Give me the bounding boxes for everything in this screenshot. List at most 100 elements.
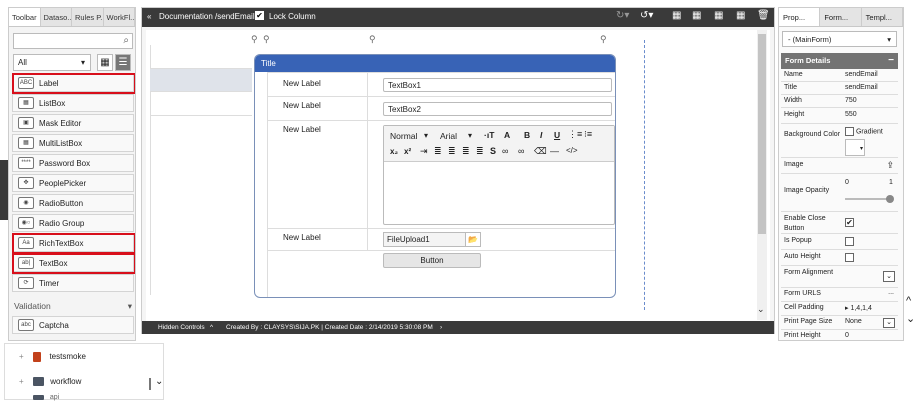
form-label[interactable]: New Label xyxy=(283,125,321,134)
chevron-up-icon[interactable]: ^ xyxy=(906,295,911,307)
tab-workflow[interactable]: WorkFl... xyxy=(104,8,135,26)
form-button[interactable]: Button xyxy=(383,253,481,268)
column-handle-icon[interactable]: ⚲ xyxy=(251,34,258,45)
align-left-icon[interactable]: ≣ xyxy=(434,146,442,157)
bold-icon[interactable]: B xyxy=(524,130,530,140)
tab-templates[interactable]: Templ... xyxy=(862,8,903,26)
chevron-down-icon[interactable]: ⌄ xyxy=(757,304,765,315)
horizontal-rule-icon[interactable]: — xyxy=(550,146,559,156)
alignment-dropdown[interactable]: ⌄ xyxy=(883,271,895,282)
prop-background-color[interactable]: Background Color Gradient ▾ xyxy=(781,124,898,158)
toolbox-search-input[interactable]: ⌕ xyxy=(13,33,133,49)
more-options-icon[interactable]: ... xyxy=(888,289,894,296)
hidden-controls-toggle[interactable]: Hidden Controls xyxy=(158,321,205,334)
list-view-button[interactable]: ☰ xyxy=(115,54,131,71)
subscript-icon[interactable]: x₂ xyxy=(390,147,398,156)
underline-icon[interactable]: U xyxy=(554,130,560,140)
toolbox-item-multilistbox[interactable]: ▦ MultiListBox xyxy=(12,134,134,152)
tree-item-workflow[interactable]: + workflow xyxy=(19,377,81,387)
tree-scrollbar[interactable] xyxy=(149,378,151,390)
textbox2[interactable]: TextBox2 xyxy=(383,102,612,116)
grid-view-button[interactable]: ▦ xyxy=(97,54,113,71)
toolbox-item-timer[interactable]: ⟳ Timer xyxy=(12,274,134,292)
form-label[interactable]: New Label xyxy=(283,79,321,88)
prop-image[interactable]: Image ⇪ xyxy=(781,158,898,174)
file-upload-field[interactable]: FileUpload1 xyxy=(383,232,467,247)
opacity-slider-handle[interactable] xyxy=(886,195,894,203)
column-handle-icon[interactable]: ⚲ xyxy=(600,34,607,45)
prop-auto-height[interactable]: Auto Height xyxy=(781,250,898,266)
element-select[interactable]: - (MainForm) ▾ xyxy=(782,31,897,47)
prop-form-urls[interactable]: Form URLS... xyxy=(781,288,898,302)
toolbox-item-people-picker[interactable]: ✥ PeoplePicker xyxy=(12,174,134,192)
layout-grid-icon-2[interactable]: ▦ xyxy=(692,10,701,21)
layout-grid-icon-4[interactable]: ▦ xyxy=(736,10,745,21)
justify-icon[interactable]: ≣ xyxy=(476,146,484,157)
delete-icon[interactable]: 🗑 xyxy=(757,10,770,21)
prop-image-opacity[interactable]: Image Opacity 0 1 xyxy=(781,174,898,212)
prop-enable-close-button[interactable]: Enable Close Button ✔ xyxy=(781,212,898,234)
rte-font-select[interactable]: Arial xyxy=(440,131,457,141)
expand-icon[interactable]: + xyxy=(19,352,24,361)
prop-height[interactable]: Height 550 xyxy=(781,108,898,124)
scrollbar-thumb[interactable] xyxy=(758,34,766,234)
eraser-icon[interactable]: ⌫ xyxy=(534,146,547,157)
column-handle-icon[interactable]: ⚲ xyxy=(369,34,376,45)
prop-is-popup[interactable]: Is Popup xyxy=(781,234,898,250)
rte-font-chevron-icon[interactable]: ▾ xyxy=(468,131,472,140)
chevron-down-icon[interactable]: ⌄ xyxy=(155,376,163,387)
form-label[interactable]: New Label xyxy=(283,101,321,110)
toolbox-item-password-box[interactable]: **** Password Box xyxy=(12,154,134,172)
toolbox-item-radio-button[interactable]: ◉ RadioButton xyxy=(12,194,134,212)
text-size-icon[interactable]: ·ıT xyxy=(484,130,494,140)
layout-grid-icon-1[interactable]: ▦ xyxy=(672,10,681,21)
section-validation[interactable]: Validation ▾ xyxy=(12,298,135,314)
browse-folder-icon[interactable]: 📂 xyxy=(465,232,481,247)
toolbox-item-listbox[interactable]: ▦ ListBox xyxy=(12,94,134,112)
canvas-scrollbar[interactable]: ⌄ xyxy=(757,30,767,320)
tab-form[interactable]: Form... xyxy=(820,8,862,26)
font-color-icon[interactable]: A xyxy=(504,130,510,140)
expand-icon[interactable]: + xyxy=(19,377,24,386)
rich-text-editor[interactable]: Normal ▾ Arial ▾ ·ıT A B I U ⋮≡ ⁝≡ x₂ x²… xyxy=(383,125,615,225)
tree-item-testsmoke[interactable]: + testsmoke xyxy=(19,352,86,362)
source-code-icon[interactable]: </> xyxy=(566,146,578,155)
page-size-dropdown[interactable]: ⌄ xyxy=(883,318,895,328)
undo-icon[interactable]: ↺▾ xyxy=(640,10,653,21)
layout-grid-icon-3[interactable]: ▦ xyxy=(714,10,723,21)
bullet-list-icon[interactable]: ⁝≡ xyxy=(584,129,592,140)
link-icon[interactable]: ∞ xyxy=(502,146,508,156)
tab-datasource[interactable]: Dataso... xyxy=(41,8,72,26)
prop-width[interactable]: Width 750 xyxy=(781,95,898,108)
tab-properties[interactable]: Prop... xyxy=(779,8,821,26)
collapse-icon[interactable]: − xyxy=(888,53,894,69)
tab-toolbar[interactable]: Toolbar xyxy=(9,8,41,26)
auto-height-checkbox[interactable] xyxy=(845,253,854,262)
textbox1[interactable]: TextBox1 xyxy=(383,78,612,92)
toolbox-filter-select[interactable]: All ▾ xyxy=(13,54,91,71)
form-details-header[interactable]: Form Details − xyxy=(781,53,898,69)
align-center-icon[interactable]: ≣ xyxy=(448,146,456,157)
align-right-icon[interactable]: ≣ xyxy=(462,146,470,157)
strikethrough-icon[interactable]: S xyxy=(490,146,496,156)
indent-icon[interactable]: ⇥ xyxy=(420,146,428,157)
italic-icon[interactable]: I xyxy=(540,130,542,140)
main-form[interactable]: Title New Label TextBox1 New Label TextB… xyxy=(254,54,616,298)
unlink-icon[interactable]: ∞ xyxy=(518,146,524,156)
superscript-icon[interactable]: x² xyxy=(404,147,411,156)
chevron-right-icon[interactable]: › xyxy=(440,321,442,334)
toolbox-item-captcha[interactable]: abc Captcha xyxy=(12,316,134,334)
prop-print-height[interactable]: Print Height 0 xyxy=(781,330,898,340)
collapse-left-icon[interactable]: « xyxy=(147,12,151,21)
ordered-list-icon[interactable]: ⋮≡ xyxy=(568,129,582,140)
chevron-down-icon[interactable]: ⌄ xyxy=(906,312,915,325)
form-label[interactable]: New Label xyxy=(283,233,321,242)
upload-icon[interactable]: ⇪ xyxy=(886,160,894,171)
toolbox-item-radio-group[interactable]: ◉○ Radio Group xyxy=(12,214,134,232)
column-handle-icon[interactable]: ⚲ xyxy=(263,34,270,45)
prop-name[interactable]: Name sendEmail xyxy=(781,69,898,82)
toolbox-item-mask-editor[interactable]: ▣ Mask Editor xyxy=(12,114,134,132)
rte-format-chevron-icon[interactable]: ▾ xyxy=(424,131,428,140)
enable-close-checkbox[interactable]: ✔ xyxy=(845,218,854,227)
prop-form-alignment[interactable]: Form Alignment ⌄ xyxy=(781,266,898,288)
